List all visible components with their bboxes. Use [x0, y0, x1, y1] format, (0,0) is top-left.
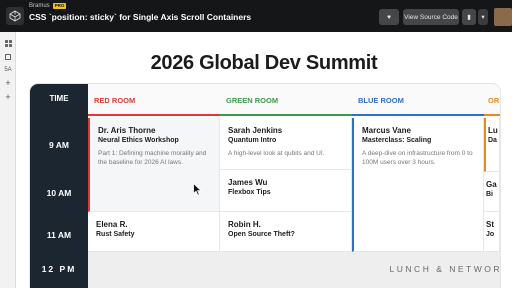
lunch-break-row: LUNCH & NETWOR	[88, 252, 500, 288]
heart-icon: ♥	[387, 13, 391, 21]
session-speaker: Robin H.	[228, 220, 261, 229]
session-card[interactable]: Lu Da	[484, 118, 500, 172]
session-title: Open Source Theft?	[228, 231, 295, 238]
author-name[interactable]: Bramus	[29, 3, 50, 9]
add-icon[interactable]: +	[0, 90, 16, 104]
time-label: 12 PM	[41, 264, 77, 274]
session-speaker: St	[486, 220, 494, 229]
session-card[interactable]: Marcus Vane Masterclass: Scaling A deep-…	[352, 118, 484, 252]
session-title: Da	[488, 137, 497, 144]
session-speaker: Lu	[488, 126, 498, 135]
session-title: Jo	[486, 231, 495, 238]
avatar[interactable]	[494, 8, 512, 26]
time-label: 11 AM	[46, 230, 72, 240]
session-card[interactable]: Sarah Jenkins Quantum Intro A high-level…	[220, 118, 352, 170]
room-header-orange: OR	[484, 84, 500, 116]
session-title: Flexbox Tips	[228, 189, 271, 196]
page-title: 2026 Global Dev Summit	[150, 52, 378, 74]
session-title: Quantum Intro	[228, 137, 277, 144]
time-column: TIME 9 AM 10 AM 11 AM 12 PM	[30, 84, 88, 288]
session-description: Part 1: Defining machine morality and th…	[98, 150, 207, 166]
mouse-cursor-icon	[193, 183, 202, 196]
schedule-grid[interactable]: TIME 9 AM 10 AM 11 AM 12 PM RED ROOM GRE…	[30, 84, 500, 288]
lunch-label: LUNCH & NETWOR	[389, 264, 500, 274]
room-header-red: RED ROOM	[88, 84, 220, 116]
session-speaker: Marcus Vane	[362, 126, 411, 135]
session-title: Masterclass: Scaling	[362, 137, 432, 144]
heart-button[interactable]: ♥	[379, 9, 399, 25]
time-label: 10 AM	[46, 188, 72, 198]
session-title: Rust Safety	[96, 231, 135, 238]
session-description: A deep-dive on infrastructure from 0 to …	[362, 150, 473, 166]
room-header-green: GREEN ROOM	[220, 84, 352, 116]
session-card[interactable]: Robin H. Open Source Theft?	[220, 212, 352, 252]
session-card[interactable]: Elena R. Rust Safety	[88, 212, 220, 252]
pro-badge: PRO	[52, 3, 67, 9]
session-card[interactable]: St Jo	[484, 212, 500, 252]
session-speaker: Sarah Jenkins	[228, 126, 283, 135]
session-description: A high-level look at qubits and UI.	[228, 150, 325, 157]
session-card[interactable]: Dr. Aris Thorne Neural Ethics Workshop P…	[88, 118, 220, 212]
session-card[interactable]: Ga Bi	[484, 172, 500, 212]
pen-header: Bramus PRO CSS `position: sticky` for Si…	[0, 0, 512, 32]
time-label: 9 AM	[49, 140, 69, 150]
room-header-blue: BLUE ROOM	[352, 84, 484, 116]
codepen-logo-icon[interactable]	[6, 7, 24, 25]
view-source-button[interactable]: View Source Code	[403, 9, 459, 25]
session-card[interactable]: James Wu Flexbox Tips	[220, 170, 352, 212]
pen-title: CSS `position: sticky` for Single Axis S…	[29, 12, 252, 22]
session-speaker: Elena R.	[96, 220, 128, 229]
bookmark-menu-button[interactable]: ▾	[478, 9, 488, 25]
bookmark-button[interactable]: ▮	[462, 9, 476, 25]
bookmark-icon: ▮	[467, 14, 471, 21]
author-row: Bramus PRO	[29, 3, 67, 9]
chevron-down-icon: ▾	[481, 14, 485, 21]
layout-grid-icon[interactable]	[0, 36, 16, 50]
session-speaker: Dr. Aris Thorne	[98, 126, 156, 135]
time-header: TIME	[49, 94, 69, 103]
session-title: Bi	[486, 191, 493, 198]
plus-icon[interactable]: +	[0, 76, 16, 90]
session-title: Neural Ethics Workshop	[98, 137, 179, 144]
session-speaker: Ga	[486, 180, 497, 189]
session-speaker: James Wu	[228, 178, 268, 187]
